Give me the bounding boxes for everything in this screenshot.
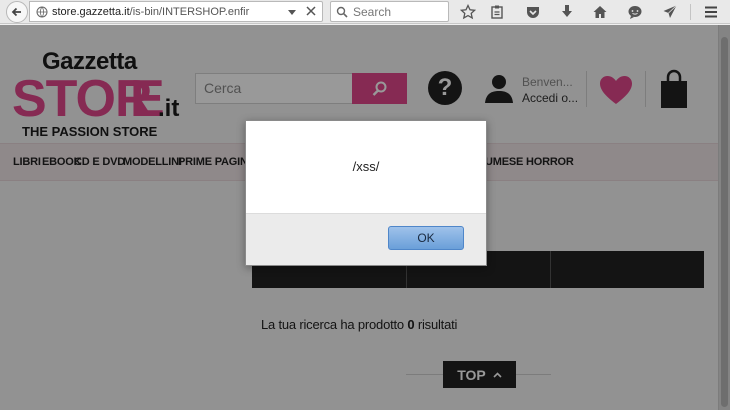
url-bar[interactable]: store.gazzetta.it/is-bin/INTERSHOP.enfir [29,1,323,22]
globe-icon [36,6,48,17]
arrow-left-icon [11,7,21,17]
browser-toolbar: store.gazzetta.it/is-bin/INTERSHOP.enfir… [0,0,730,24]
stop-button[interactable] [304,4,318,18]
star-icon [460,4,476,20]
url-path: /is-bin/INTERSHOP.enfir [129,5,250,18]
url-host: store.gazzetta.it [52,5,130,18]
alert-footer: OK [246,213,486,265]
pocket-icon [527,7,539,18]
download-arrow-icon [562,5,572,17]
hamburger-icon [705,6,717,18]
chat-button[interactable] [626,3,644,21]
share-button[interactable] [661,3,679,21]
bookmark-star-button[interactable] [459,3,477,21]
home-button[interactable] [591,3,609,21]
chat-bubble-icon [628,6,642,19]
home-icon [593,6,607,18]
reading-list-button[interactable] [488,3,506,21]
browser-search-input[interactable]: Search [330,1,449,22]
downloads-button[interactable] [558,3,576,21]
clipboard-icon [491,5,503,19]
browser-search-placeholder: Search [353,4,392,19]
ok-button[interactable]: OK [388,226,464,250]
back-button[interactable] [6,1,28,23]
url-text: store.gazzetta.it/is-bin/INTERSHOP.enfir [52,6,280,18]
close-icon [306,6,316,16]
alert-message: /xss/ [352,159,380,174]
search-icon [336,6,348,18]
toolbar-divider [690,4,691,20]
alert-dialog: /xss/ OK [245,120,487,266]
dropdown-arrow-icon[interactable] [288,8,296,16]
paper-plane-icon [663,5,677,18]
pocket-button[interactable] [524,3,542,21]
menu-button[interactable] [702,3,720,21]
